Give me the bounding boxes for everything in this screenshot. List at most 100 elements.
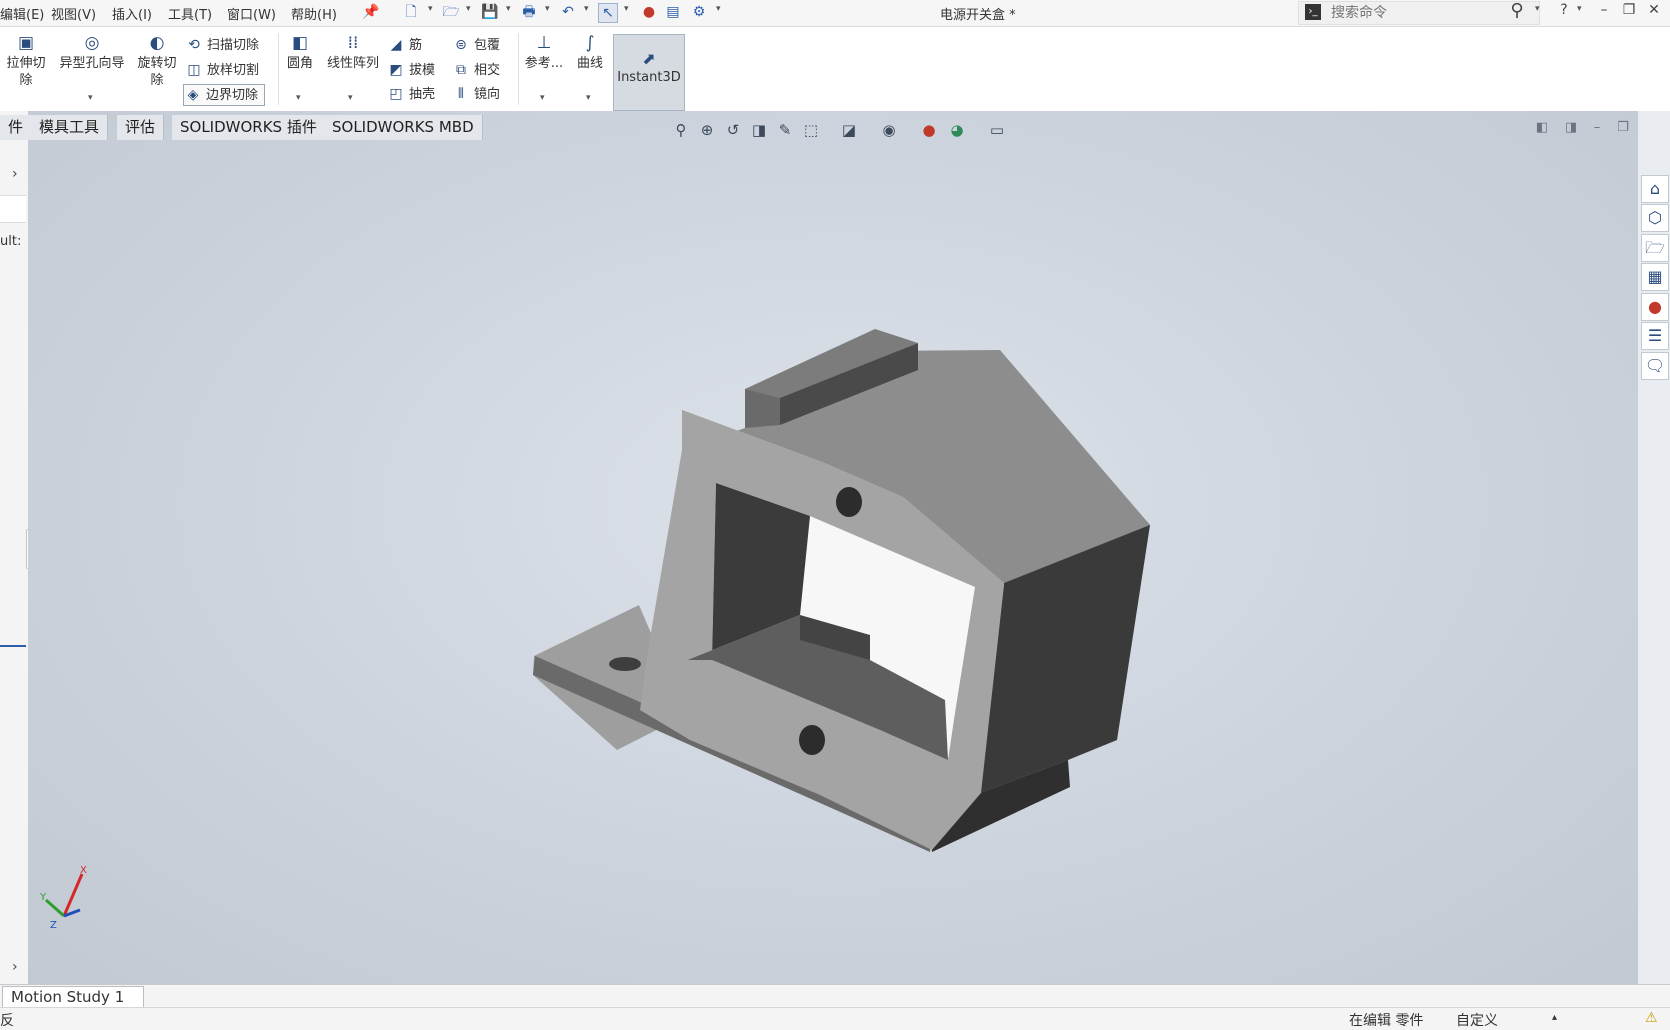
file-explorer-icon[interactable]: 🗁 [1641, 234, 1669, 262]
mirror-label: 镜向 [474, 87, 501, 102]
custom-properties-icon[interactable]: ☰ [1641, 322, 1669, 350]
help-caret-icon[interactable]: ▾ [1577, 4, 1582, 14]
tab-mold-tools[interactable]: 模具工具 [31, 115, 109, 140]
appearances-icon[interactable]: ● [1641, 293, 1669, 321]
part-model-3d[interactable] [500, 300, 1160, 860]
rebuild-status-icon[interactable]: ⚠ [1645, 1010, 1658, 1026]
close-icon[interactable]: ✕ [1644, 2, 1664, 18]
mirror-button[interactable]: ⫴ 镜向 [452, 84, 500, 104]
print-icon[interactable]: 🖶 [520, 3, 538, 21]
home-icon[interactable]: ⌂ [1641, 175, 1669, 203]
help-icon[interactable]: ? [1554, 2, 1574, 18]
search-caret-icon[interactable]: ▾ [1535, 4, 1540, 14]
menu-insert[interactable]: 插入(I) [112, 4, 152, 23]
print-caret-icon[interactable]: ▾ [545, 4, 550, 14]
search-commands[interactable]: ›_ [1298, 1, 1540, 25]
undo-icon[interactable]: ↶ [559, 3, 577, 21]
viewport-tile-right-icon[interactable]: ◨ [1562, 120, 1580, 135]
select-pointer-icon[interactable]: ↖ [598, 3, 618, 23]
rebuild-icon[interactable]: ● [640, 3, 658, 21]
file-properties-icon[interactable]: ▤ [664, 3, 682, 21]
menu-window[interactable]: 窗口(W) [227, 4, 276, 23]
draft-button[interactable]: ◩ 拔模 [387, 60, 435, 80]
save-icon[interactable]: 💾 [481, 3, 499, 21]
hide-show-items-icon[interactable]: ◉ [879, 120, 899, 140]
filter-box[interactable] [0, 195, 26, 223]
expand-chevron-icon[interactable]: › [12, 166, 18, 182]
curves-caret-icon[interactable]: ▾ [586, 93, 591, 103]
search-input[interactable] [1329, 3, 1493, 23]
linear-pattern-caret-icon[interactable]: ▾ [348, 93, 353, 103]
command-manager-ribbon: ▣ 拉伸切除 ◎ 异型孔向导 ▾ ◐ 旋转切除 ⟲ 扫描切除 ◫ 放样切割 ◈ 边界切… [0, 27, 1670, 112]
linear-pattern-button[interactable]: ⁞⁞ 线性阵列 [322, 33, 384, 72]
options-caret-icon[interactable]: ▾ [716, 4, 721, 14]
fillet-button[interactable]: ◧ 圆角 [282, 33, 318, 72]
viewport-tile-left-icon[interactable]: ◧ [1533, 120, 1551, 135]
z-axis-label: Z [50, 920, 57, 931]
intersect-button[interactable]: ⧉ 相交 [452, 60, 500, 80]
hole-wizard-button[interactable]: ◎ 异型孔向导 [54, 33, 130, 72]
select-caret-icon[interactable]: ▾ [624, 4, 629, 14]
extrude-cut-button[interactable]: ▣ 拉伸切除 [2, 33, 50, 89]
units-selector[interactable]: 自定义 [1456, 1010, 1498, 1030]
forum-icon[interactable]: 🗨 [1641, 352, 1669, 380]
lofted-cut-icon: ◫ [187, 62, 201, 78]
viewport-minimize-icon[interactable]: – [1588, 120, 1606, 135]
rib-label: 筋 [409, 38, 423, 53]
dynamic-annotation-icon[interactable]: ✎ [775, 120, 795, 140]
tab-part-features[interactable]: 件 [0, 115, 33, 140]
view-settings-icon[interactable]: ▭ [987, 120, 1007, 140]
edit-appearance-icon[interactable]: ● [919, 120, 939, 140]
tab-solidworks-addins[interactable]: SOLIDWORKS 插件 [172, 115, 326, 140]
viewport-restore-icon[interactable]: ❐ [1614, 120, 1632, 135]
lofted-cut-button[interactable]: ◫ 放样切割 [185, 60, 259, 80]
options-gear-icon[interactable]: ⚙ [690, 3, 708, 21]
motion-study-tab[interactable]: Motion Study 1 [2, 986, 144, 1008]
reference-geometry-button[interactable]: ⊥ 参考... [522, 33, 566, 72]
swept-cut-button[interactable]: ⟲ 扫描切除 [185, 35, 259, 55]
previous-view-icon[interactable]: ↺ [723, 120, 743, 140]
hole-wizard-label: 异型孔向导 [59, 56, 125, 71]
revolve-cut-button[interactable]: ◐ 旋转切除 [134, 33, 180, 89]
rollback-bar[interactable] [0, 645, 26, 647]
tab-solidworks-mbd[interactable]: SOLIDWORKS MBD [324, 115, 483, 140]
pin-menu-icon[interactable]: 📌 [362, 3, 380, 21]
zoom-to-fit-icon[interactable]: ⚲ [671, 120, 691, 140]
restore-icon[interactable]: ❐ [1619, 2, 1639, 18]
lofted-cut-label: 放样切割 [207, 63, 260, 78]
extrude-cut-icon: ▣ [17, 33, 35, 53]
shell-button[interactable]: ◰ 抽壳 [387, 84, 435, 104]
tab-evaluate[interactable]: 评估 [117, 115, 165, 140]
save-caret-icon[interactable]: ▾ [506, 4, 511, 14]
zoom-to-area-icon[interactable]: ⊕ [697, 120, 717, 140]
menu-tools[interactable]: 工具(T) [168, 4, 212, 23]
undo-caret-icon[interactable]: ▾ [584, 4, 589, 14]
units-caret-icon[interactable]: ▴ [1552, 1012, 1557, 1023]
wrap-button[interactable]: ⊜ 包覆 [452, 35, 500, 55]
new-file-caret-icon[interactable]: ▾ [428, 4, 433, 14]
reference-caret-icon[interactable]: ▾ [540, 93, 545, 103]
new-file-icon[interactable]: 🗋 [402, 3, 420, 21]
curves-button[interactable]: ∫ 曲线 [570, 33, 610, 72]
apply-scene-icon[interactable]: ◕ [947, 120, 967, 140]
fillet-caret-icon[interactable]: ▾ [296, 93, 301, 103]
open-file-icon[interactable]: 🗁 [442, 3, 460, 21]
boundary-cut-button[interactable]: ◈ 边界切除 [183, 84, 266, 106]
search-magnifier-icon[interactable]: ⚲ [1507, 0, 1527, 21]
section-view-icon[interactable]: ◨ [749, 120, 769, 140]
hole-wizard-caret-icon[interactable]: ▾ [88, 93, 93, 103]
open-file-caret-icon[interactable]: ▾ [466, 4, 471, 14]
rib-button[interactable]: ◢ 筋 [387, 35, 422, 55]
wrap-label: 包覆 [474, 38, 501, 53]
shell-label: 抽壳 [409, 87, 436, 102]
instant3d-button[interactable]: ⬈ Instant3D [613, 34, 685, 111]
parts-library-icon[interactable]: ⬡ [1641, 204, 1669, 232]
scroll-chevron-icon[interactable]: › [12, 959, 18, 975]
menu-help[interactable]: 帮助(H) [291, 4, 337, 23]
menu-edit[interactable]: 编辑(E) [0, 4, 44, 23]
view-palette-icon[interactable]: ▦ [1641, 263, 1669, 291]
display-style-icon[interactable]: ◪ [839, 120, 859, 140]
view-orientation-icon[interactable]: ⬚ [801, 120, 821, 140]
menu-view[interactable]: 视图(V) [51, 4, 96, 23]
minimize-icon[interactable]: – [1594, 2, 1614, 18]
